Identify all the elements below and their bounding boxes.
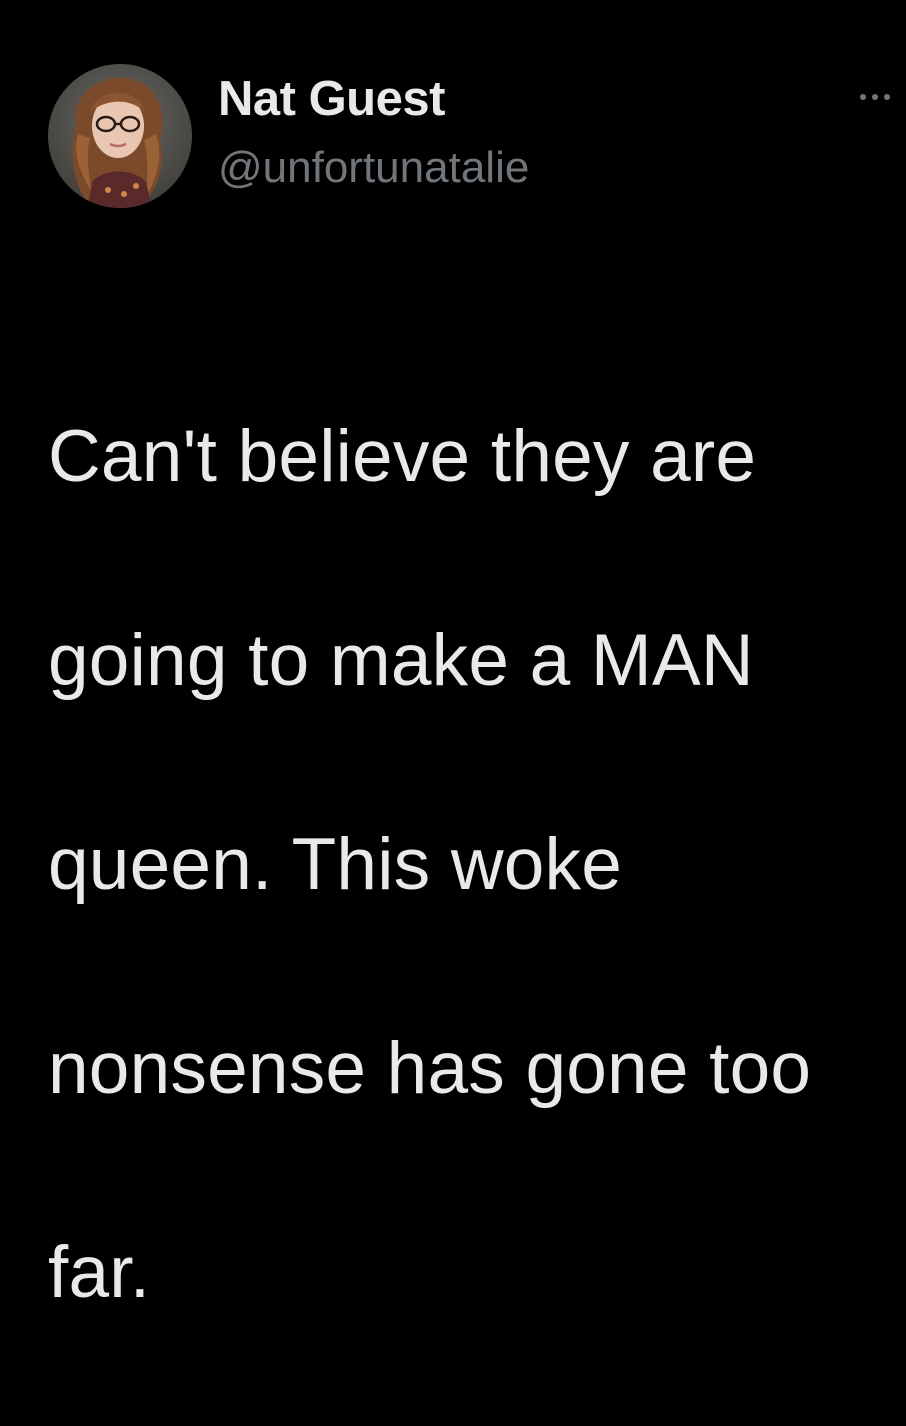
more-options-icon <box>860 94 896 100</box>
tweet-text-line: queen. This woke <box>48 824 623 905</box>
tweet-card: Nat Guest @unfortunatalie Can't believe … <box>0 0 906 1313</box>
tweet-author: Nat Guest @unfortunatalie <box>218 70 529 196</box>
tweet-text: Can't believe they are going to make a M… <box>48 304 878 1426</box>
more-options-button[interactable] <box>860 85 904 109</box>
tweet-text-line: far. <box>48 1232 151 1313</box>
avatar-photo-icon <box>48 64 192 208</box>
author-display-name[interactable]: Nat Guest <box>218 70 529 128</box>
avatar[interactable] <box>48 64 192 208</box>
tweet-text-line: going to make a MAN <box>48 620 754 701</box>
tweet-text-line: Can't believe they are <box>48 416 757 497</box>
tweet-text-line: nonsense has gone too <box>48 1028 812 1109</box>
author-handle[interactable]: @unfortunatalie <box>218 140 529 196</box>
